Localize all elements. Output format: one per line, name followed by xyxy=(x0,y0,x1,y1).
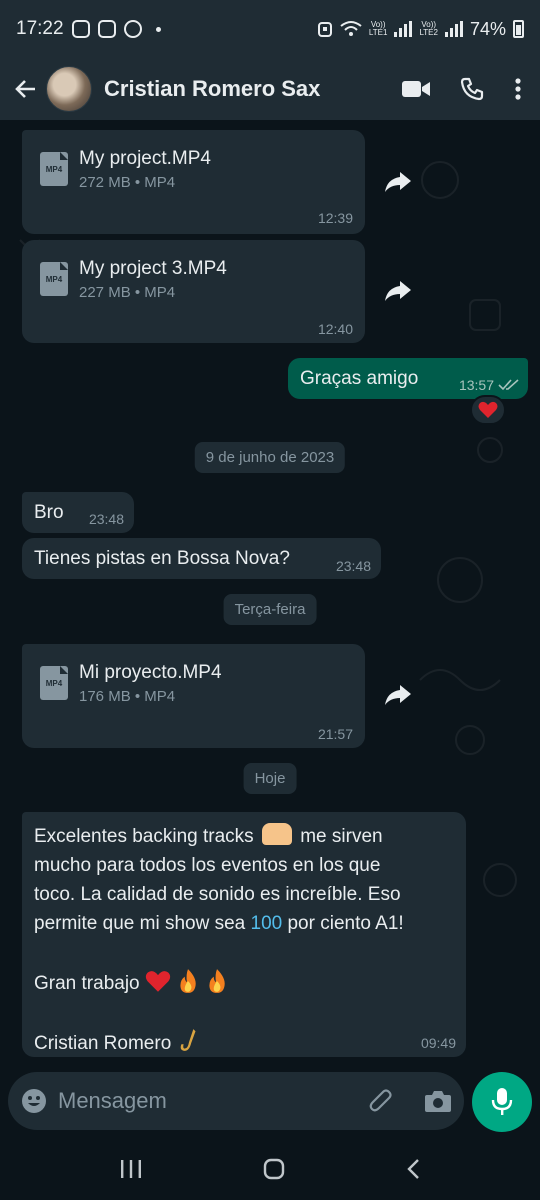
heart-icon xyxy=(478,401,498,418)
battery-percent: 74% xyxy=(469,18,506,39)
outgoing-message[interactable]: Graças amigo 13:57 xyxy=(288,358,528,399)
message-input[interactable] xyxy=(58,1088,338,1114)
message-line-4: permite que mi show sea 100 por ciento A… xyxy=(34,913,404,934)
wifi-icon xyxy=(340,21,362,36)
voice-message-button[interactable] xyxy=(472,1072,532,1132)
message-time: 12:40 xyxy=(317,321,353,337)
file-meta: 227 MB • MP4 xyxy=(79,284,176,301)
file-message-1[interactable]: MP4 My project.MP4 272 MB • MP4 12:39 xyxy=(22,130,365,234)
instagram-icon-2 xyxy=(97,20,116,38)
microphone-icon xyxy=(491,1088,513,1115)
file-message-2[interactable]: MP4 My project 3.MP4 227 MB • MP4 12:40 xyxy=(22,240,365,343)
file-meta: 272 MB • MP4 xyxy=(79,174,176,191)
message-time: 23:48 xyxy=(88,511,124,527)
forward-icon xyxy=(385,685,411,705)
sim1-label: Vo)) LTE1 xyxy=(368,20,388,37)
file-message-3[interactable]: MP4 Mi proyecto.MP4 176 MB • MP4 21:57 xyxy=(22,644,365,748)
fire-icon xyxy=(209,969,226,993)
fire-icon xyxy=(180,969,196,993)
file-meta: 176 MB • MP4 xyxy=(79,688,176,705)
raised-hands-icon xyxy=(261,823,292,845)
saxophone-icon xyxy=(180,1029,196,1051)
forward-button-1[interactable] xyxy=(378,162,418,202)
camera-icon[interactable] xyxy=(424,1089,452,1113)
date-separator: 9 de junho de 2023 xyxy=(194,442,346,473)
message-text: Tienes pistas en Bossa Nova? xyxy=(34,548,290,569)
home-icon[interactable] xyxy=(263,1158,285,1180)
chat-area[interactable]: MP4 My project.MP4 272 MB • MP4 12:39 MP… xyxy=(0,120,540,1064)
emoji-icon[interactable] xyxy=(20,1087,48,1115)
message-text: Bro xyxy=(34,502,64,523)
forward-icon xyxy=(385,172,411,192)
composer xyxy=(0,1064,540,1138)
contact-name[interactable]: Cristian Romero Sax xyxy=(104,76,320,102)
file-name: My project 3.MP4 xyxy=(79,258,227,279)
arrow-left-icon xyxy=(15,80,35,98)
system-navigation-bar xyxy=(0,1138,540,1200)
back-nav-icon[interactable] xyxy=(406,1158,420,1180)
phone-number-link[interactable]: 100 xyxy=(251,913,283,934)
menu-kebab-icon[interactable] xyxy=(514,77,522,101)
back-button[interactable] xyxy=(12,75,40,103)
signal2-icon xyxy=(444,21,463,37)
message-line-1: Excelentes backing tracks me sirven xyxy=(34,822,459,851)
forward-button-2[interactable] xyxy=(378,271,418,311)
more-notifications-icon xyxy=(155,26,161,32)
sim2-label: Vo)) LTE2 xyxy=(419,20,438,37)
contact-avatar[interactable] xyxy=(46,66,92,112)
message-time: 13:57 xyxy=(458,377,494,393)
file-name: Mi proyecto.MP4 xyxy=(79,662,222,683)
message-line-2: mucho para todos los eventos en los que xyxy=(34,855,381,876)
voice-call-icon[interactable] xyxy=(460,77,484,101)
document-icon: MP4 xyxy=(40,152,68,186)
reaction-badge[interactable] xyxy=(470,395,506,425)
signal1-icon xyxy=(394,21,413,37)
read-receipt-icon xyxy=(498,379,519,391)
chat-header: Cristian Romero Sax xyxy=(0,58,540,120)
alarm-icon xyxy=(317,22,332,37)
incoming-message[interactable]: Bro 23:48 xyxy=(22,492,134,533)
document-icon: MP4 xyxy=(40,262,68,296)
file-name: My project.MP4 xyxy=(79,148,211,169)
message-input-box[interactable] xyxy=(8,1072,464,1130)
forward-button-3[interactable] xyxy=(378,675,418,715)
incoming-long-message[interactable]: Excelentes backing tracks me sirven much… xyxy=(22,812,466,1057)
heart-icon xyxy=(145,971,171,992)
message-line-6: Cristian Romero xyxy=(34,1028,459,1058)
message-line-3: toco. La calidad de sonido es increíble.… xyxy=(34,884,401,905)
status-bar: 17:22 Vo)) LTE1 Vo)) LTE2 74% xyxy=(0,0,540,58)
message-time: 12:39 xyxy=(317,210,353,226)
document-icon: MP4 xyxy=(40,666,68,700)
message-time: 23:48 xyxy=(335,558,371,574)
attach-icon[interactable] xyxy=(368,1088,394,1114)
video-call-icon[interactable] xyxy=(402,79,430,99)
message-line-5: Gran trabajo xyxy=(34,968,459,998)
message-text: Graças amigo xyxy=(300,368,419,389)
message-time: 21:57 xyxy=(317,726,353,742)
date-separator: Terça-feira xyxy=(223,594,317,625)
message-time: 09:49 xyxy=(420,1035,456,1051)
forward-icon xyxy=(385,281,411,301)
chrome-icon xyxy=(123,20,142,38)
incoming-message[interactable]: Tienes pistas en Bossa Nova? 23:48 xyxy=(22,538,381,579)
date-separator: Hoje xyxy=(243,763,297,794)
instagram-icon xyxy=(71,20,90,38)
battery-icon xyxy=(513,20,524,38)
recent-apps-icon[interactable] xyxy=(120,1159,142,1179)
status-time: 17:22 xyxy=(16,18,64,39)
